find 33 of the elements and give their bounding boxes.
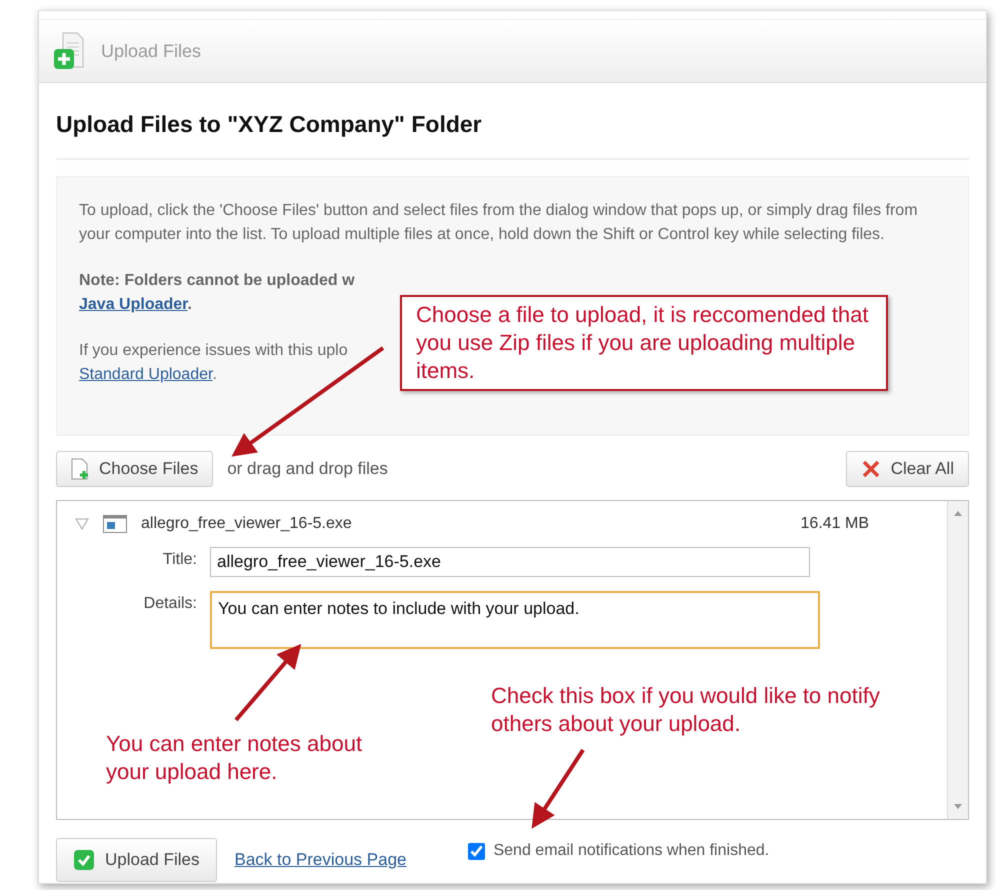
details-field[interactable]: You can enter notes to include with your upload.	[210, 591, 820, 649]
callout: Choose a file to upload, it is reccomended that you use Zip files if you are uploading multiple items.	[400, 295, 888, 391]
file-size: 16.41 MB	[800, 515, 869, 533]
back-link[interactable]: Back to Previous Page	[234, 850, 406, 870]
header-title: Upload Files	[101, 40, 202, 62]
upload-files-button[interactable]: Upload Files	[56, 838, 216, 882]
standard-uploader-link[interactable]: Standard Uploader	[79, 366, 212, 383]
expand-arrow-icon[interactable]	[75, 518, 89, 530]
note-text: Note: Folders cannot be uploaded w	[79, 272, 355, 289]
check-icon	[73, 849, 95, 871]
file-name: allegro_free_viewer_16-5.exe	[141, 515, 352, 533]
annotation-text: You can enter notes about your upload here.	[106, 730, 364, 786]
page-heading: Upload Files to "XYZ Company" Folder	[56, 83, 969, 160]
scrollbar[interactable]	[947, 501, 968, 819]
scroll-down-icon[interactable]	[953, 803, 963, 811]
scroll-up-icon[interactable]	[953, 509, 963, 517]
notify-checkbox[interactable]	[468, 842, 486, 860]
application-icon	[103, 515, 127, 533]
notify-label: Send email notifications when finished.	[493, 842, 770, 860]
choose-files-button[interactable]: Choose Files	[56, 451, 214, 487]
instructions-text: To upload, click the 'Choose Files' button and select files from the dialog window that pops up, or simply drag files from your computer into the list. To upload multiple files at once, hold down the Shift or Control key while selecting files.	[79, 201, 919, 245]
java-uploader-link[interactable]: Java Uploader	[79, 296, 188, 313]
clear-all-button[interactable]: Clear All	[846, 451, 969, 487]
details-label: Details:	[142, 594, 198, 613]
issue-text: If you experience issues with this uplo	[79, 342, 348, 359]
title-field[interactable]: allegro_free_viewer_16-5.exe	[210, 547, 810, 577]
drop-hint: or drag and drop files	[227, 459, 388, 479]
period-text: .	[188, 296, 192, 313]
period-text: .	[212, 366, 217, 383]
close-icon	[860, 459, 881, 479]
title-label: Title:	[162, 550, 198, 569]
add-file-icon	[71, 458, 89, 480]
annotation-text: Check this box if you would like to notify others about your upload.	[491, 682, 881, 738]
